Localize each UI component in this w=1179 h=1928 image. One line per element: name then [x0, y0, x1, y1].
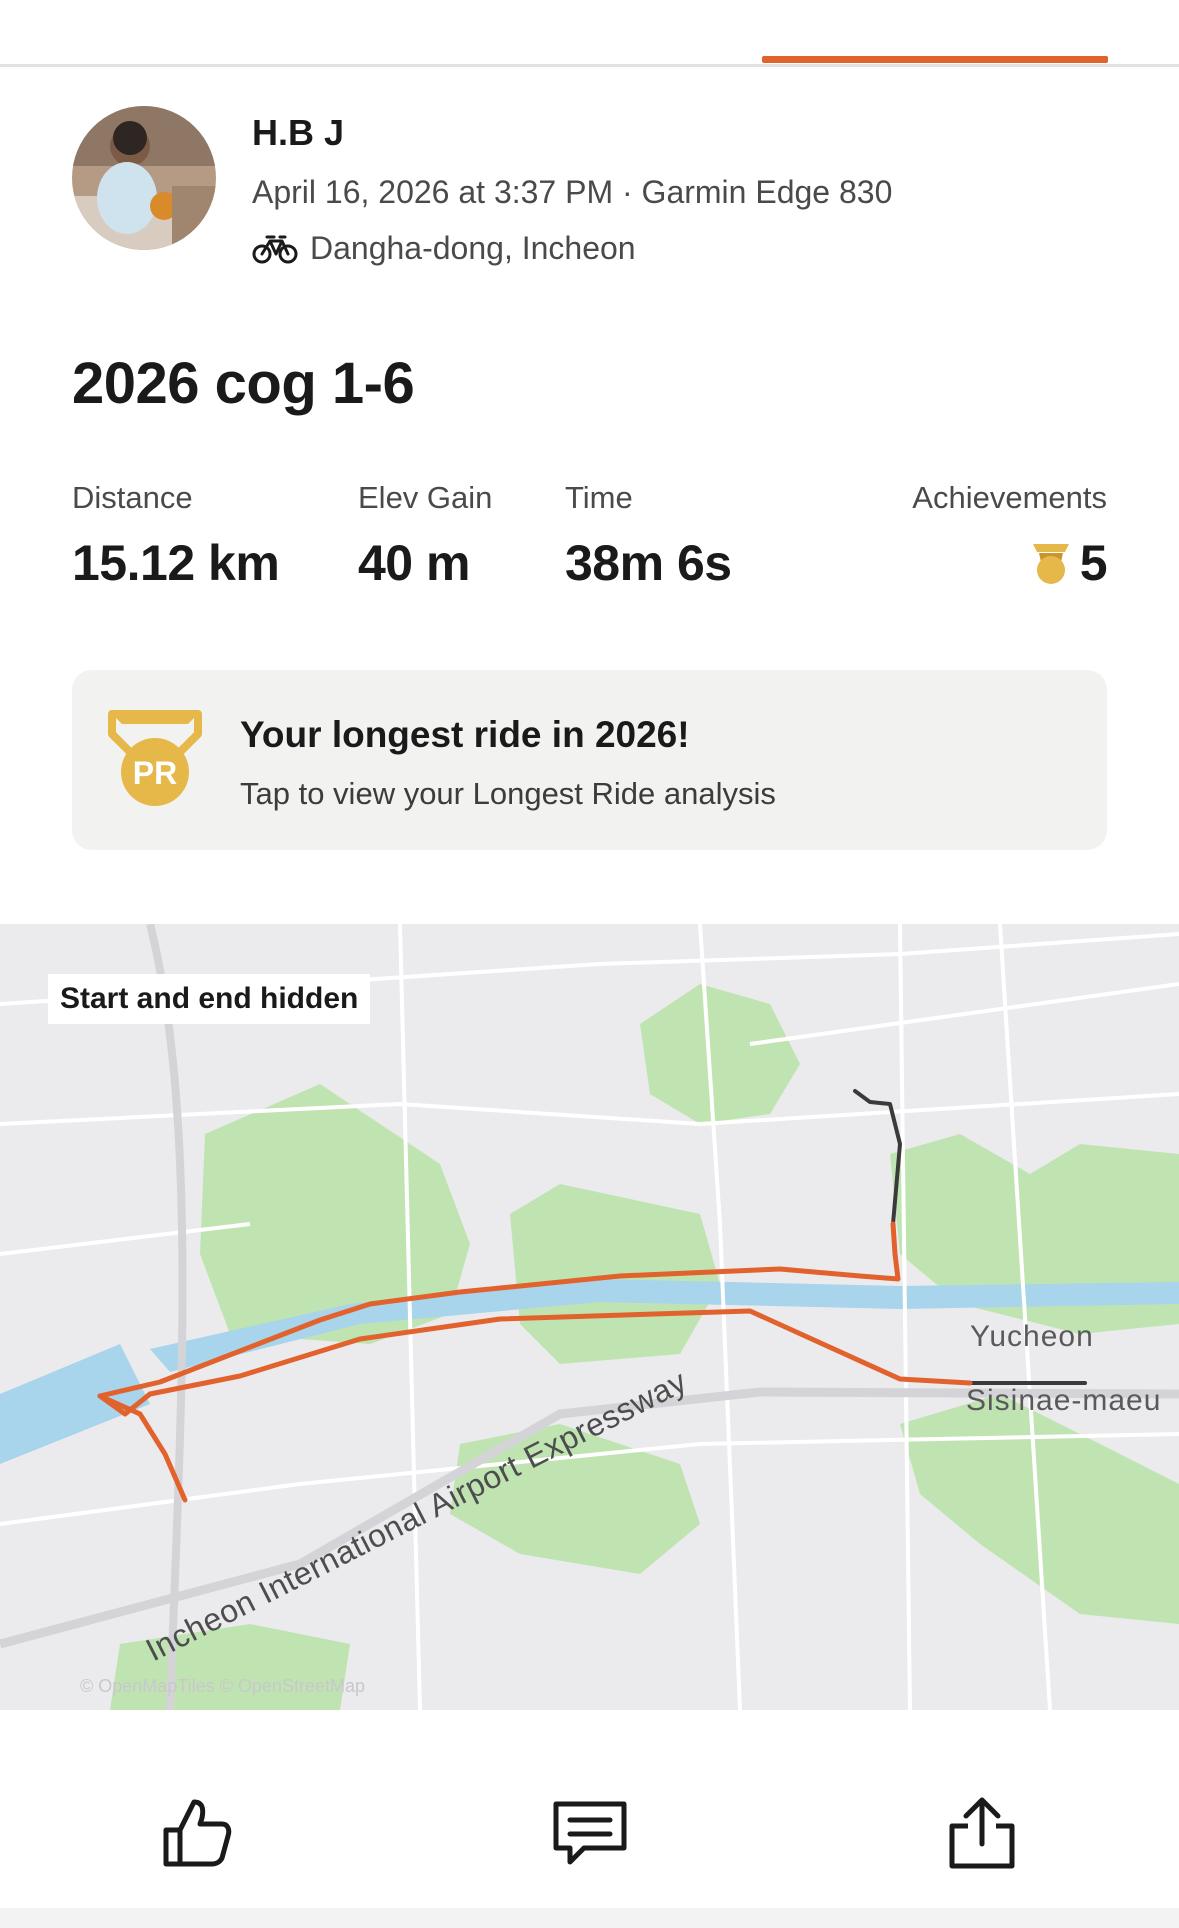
pr-badge-text: PR	[133, 755, 177, 791]
active-tab-indicator	[762, 56, 1108, 63]
location-label: Dangha-dong, Incheon	[310, 230, 636, 266]
activity-title: 2026 cog 1-6	[72, 351, 415, 416]
activity-meta: April 16, 2026 at 3:37 PM · Garmin Edge …	[252, 174, 893, 210]
pr-headline: Your longest ride in 2026!	[240, 714, 690, 755]
privacy-tag: Start and end hidden	[48, 974, 371, 1024]
avatar[interactable]	[72, 106, 216, 250]
map-credit: © OpenMapTiles © OpenStreetMap	[80, 1676, 365, 1696]
stat-label: Distance	[72, 480, 193, 515]
share-icon[interactable]	[942, 1792, 1022, 1872]
pr-badge-icon: PR	[108, 710, 202, 806]
achievement-count: 5	[1079, 535, 1108, 591]
action-bar	[0, 1710, 1179, 1928]
stat-elev-gain: Elev Gain 40 m	[358, 480, 492, 592]
map-label-yucheon: Yucheon	[970, 1320, 1094, 1353]
longest-ride-card[interactable]: PR Your longest ride in 2026! Tap to vie…	[72, 670, 1107, 850]
stat-label: Time	[565, 480, 633, 515]
stat-label: Elev Gain	[358, 480, 493, 515]
stat-value: 15.12 km	[72, 535, 280, 591]
stat-time: Time 38m 6s	[565, 480, 732, 592]
trophy-icon	[1032, 544, 1069, 584]
stat-value: 38m 6s	[565, 535, 732, 591]
pr-subtext: Tap to view your Longest Ride analysis	[240, 776, 776, 811]
map-canvas	[0, 924, 1179, 1710]
stat-label: Achievements	[912, 480, 1107, 515]
bottom-bar	[0, 1908, 1179, 1928]
activity-header: H.B J April 16, 2026 at 3:37 PM · Garmin…	[72, 106, 1112, 276]
activity-location: Dangha-dong, Incheon	[252, 230, 636, 267]
athlete-name[interactable]: H.B J	[252, 112, 344, 154]
map-label-sisinae: Sisinae-maeu	[966, 1384, 1162, 1417]
stat-value: 5	[912, 534, 1108, 592]
comment-icon[interactable]	[550, 1792, 630, 1872]
thumbs-up-icon[interactable]	[158, 1792, 238, 1872]
stat-distance: Distance 15.12 km	[72, 480, 280, 592]
tab-bar	[0, 0, 1179, 67]
bike-icon	[252, 235, 298, 263]
stat-achievements[interactable]: Achievements 5	[912, 480, 1107, 592]
route-map[interactable]: Start and end hidden Yucheon Sisinae-mae…	[0, 924, 1179, 1710]
stat-value: 40 m	[358, 535, 470, 591]
